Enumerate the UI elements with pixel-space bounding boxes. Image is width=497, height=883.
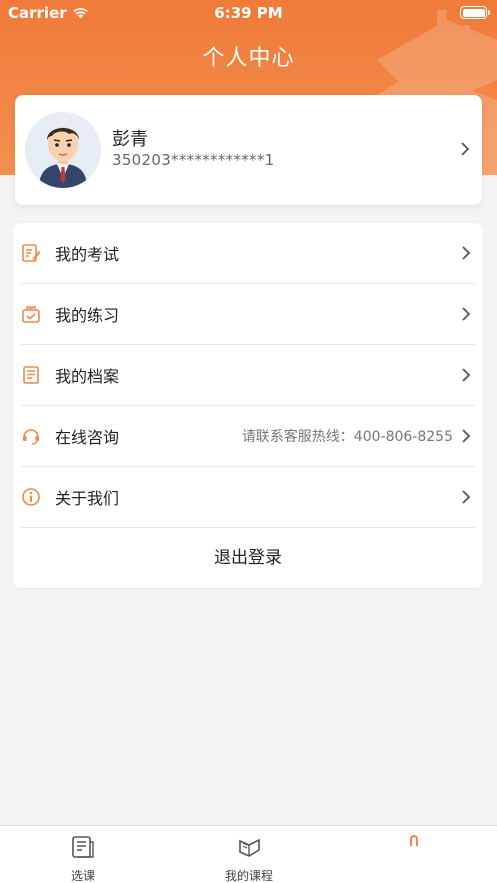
chevron-right-icon [462,490,471,504]
headset-icon [23,429,39,445]
menu-item-label: 在线咨询 [55,428,120,447]
course-select-icon [72,836,94,858]
tab-profile[interactable] [331,826,497,883]
avatar [25,112,101,188]
hotline-text: 请联系客服热线：400-806-8255 [241,429,453,445]
profile-tab-icon [410,835,418,846]
tab-label: 选课 [70,869,95,883]
info-icon [22,488,40,506]
chevron-right-icon [462,307,471,321]
status-bar: Carrier 6:39 PM [0,0,497,26]
menu-item-my-archive[interactable]: 我的档案 [13,345,483,406]
menu-item-online-consult[interactable]: 在线咨询 请联系客服热线：400-806-8255 [13,406,483,467]
chevron-right-icon [462,246,471,260]
menu-item-my-practice[interactable]: 我的练习 [13,284,483,345]
menu-item-about-us[interactable]: 关于我们 [13,467,483,528]
menu-card: 我的考试 我的练习 我的档案 在线咨询 请联系客服热线：400-806-8255 [13,223,483,588]
menu-item-label: 我的练习 [55,306,120,325]
my-courses-icon [239,838,260,857]
practice-icon [22,306,40,323]
logout-button[interactable]: 退出登录 [13,528,483,588]
page-title: 个人中心 [202,46,295,71]
clock: 6:39 PM [214,4,283,22]
tab-label: 我的课程 [224,869,273,883]
tab-course-select[interactable]: 选课 [0,826,166,883]
profile-name: 彭青 [112,129,148,150]
battery-icon [460,6,490,19]
menu-item-my-exams[interactable]: 我的考试 [13,223,483,284]
chevron-right-icon [462,368,471,382]
avatar-illustration [25,112,101,188]
menu-item-label: 我的档案 [55,367,120,386]
profile-id-number: 350203************1 [112,151,275,169]
profile-card[interactable]: 彭青 350203************1 [15,95,482,205]
archive-icon [23,366,39,384]
chevron-right-icon [462,429,471,443]
menu-item-label: 我的考试 [55,245,120,264]
exam-icon [22,244,41,262]
tab-bar: 选课 我的课程 [0,825,497,883]
menu-item-label: 关于我们 [55,489,120,508]
chevron-right-icon [461,142,470,156]
tab-my-courses[interactable]: 我的课程 [166,826,332,883]
